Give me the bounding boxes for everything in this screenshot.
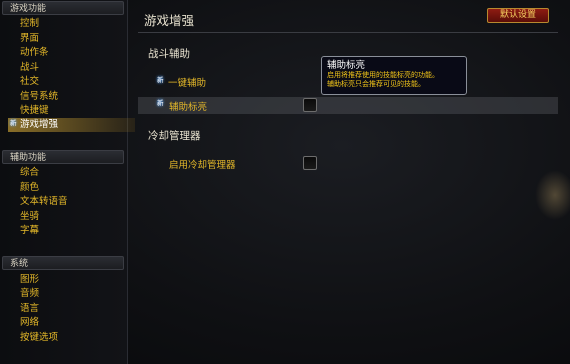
group-title-cooldown-manager: 冷却管理器 (148, 130, 201, 142)
sidebar-item-subtitles[interactable]: 字幕 (20, 224, 39, 238)
tooltip: 辅助标亮 启用将推荐使用的技能标亮的功能。 辅助标亮只会推荐可见的技能。 (321, 56, 467, 95)
sidebar-item-keybindings[interactable]: 快捷键 (20, 104, 49, 118)
sidebar-item-graphics[interactable]: 图形 (20, 273, 39, 287)
assist-highlight-label[interactable]: 辅助标亮 (169, 99, 207, 113)
sidebar-item-network[interactable]: 网络 (20, 316, 39, 330)
sidebar-item-ping-system[interactable]: 信号系统 (20, 90, 58, 104)
sidebar-item-general[interactable]: 综合 (20, 166, 39, 180)
background-glow (535, 170, 570, 220)
title-divider (138, 32, 558, 33)
sidebar-item-interface[interactable]: 界面 (20, 32, 39, 46)
new-badge: 新 (157, 76, 164, 84)
enable-cooldown-manager-label[interactable]: 启用冷却管理器 (169, 157, 236, 171)
group-title-combat-assist: 战斗辅助 (148, 48, 190, 60)
sidebar-item-language[interactable]: 语言 (20, 302, 39, 316)
tooltip-line: 启用将推荐使用的技能标亮的功能。 (327, 71, 439, 79)
section-header-system[interactable]: 系统 (2, 256, 124, 270)
tooltip-line: 辅助标亮只会推荐可见的技能。 (327, 79, 425, 88)
section-header-accessibility[interactable]: 辅助功能 (2, 150, 124, 164)
new-badge: 新 (10, 119, 17, 127)
sidebar-item-colors[interactable]: 颜色 (20, 181, 39, 195)
sidebar-item-combat[interactable]: 战斗 (20, 61, 39, 75)
tooltip-title: 辅助标亮 (327, 60, 366, 71)
sidebar-item-controls[interactable]: 控制 (20, 17, 39, 31)
new-badge: 新 (157, 99, 164, 107)
one-button-assist-label[interactable]: 一键辅助 (168, 75, 206, 89)
section-header-gameplay[interactable]: 游戏功能 (2, 1, 124, 15)
sidebar-item-keybinding-options[interactable]: 按键选项 (20, 331, 58, 345)
sidebar-item-gameplay-enhancements[interactable]: 游戏增强 (8, 118, 135, 132)
defaults-button[interactable]: 默认设置 (487, 8, 549, 23)
sidebar-item-text-to-speech[interactable]: 文本转语音 (20, 195, 68, 209)
enable-cooldown-manager-checkbox[interactable] (303, 156, 317, 170)
settings-sidebar: 游戏功能 控制 界面 动作条 战斗 社交 信号系统 快捷键 游戏增强 新 辅助功… (0, 0, 135, 364)
page-title: 游戏增强 (144, 13, 195, 28)
sidebar-item-mounts[interactable]: 坐骑 (20, 210, 39, 224)
sidebar-item-action-bars[interactable]: 动作条 (20, 46, 49, 60)
sidebar-item-audio[interactable]: 音频 (20, 287, 39, 301)
sidebar-item-social[interactable]: 社交 (20, 75, 39, 89)
assist-highlight-checkbox[interactable] (303, 98, 317, 112)
